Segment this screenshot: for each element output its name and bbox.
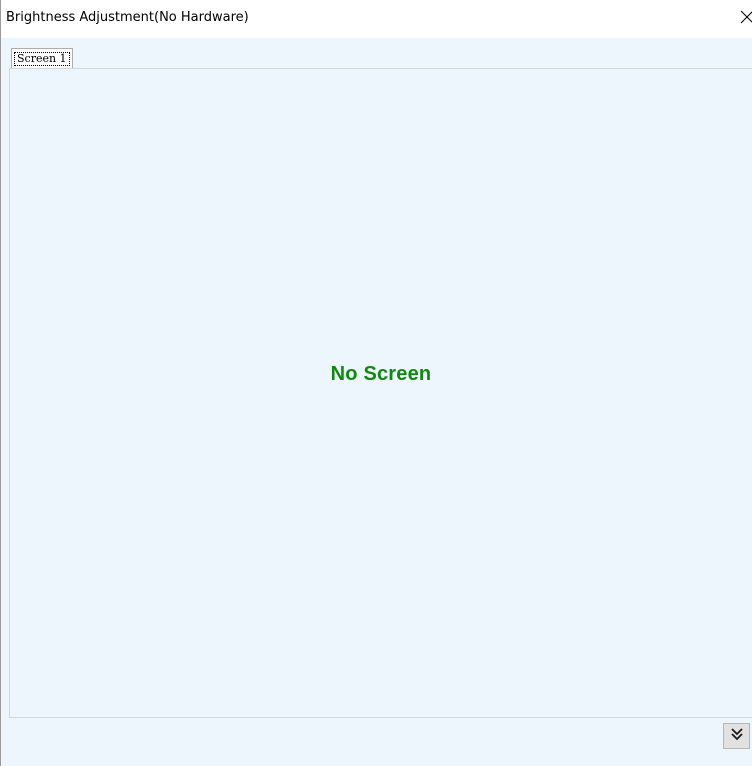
brightness-adjustment-window: Brightness Adjustment(No Hardware) Scree… [0,0,752,766]
close-icon [740,10,752,24]
no-screen-message: No Screen [330,363,432,385]
client-area: Screen 1 No Screen [1,38,752,766]
tab-panel: No Screen [9,68,752,718]
tab-label: Screen 1 [14,51,70,66]
tab-strip: Screen 1 [1,38,752,69]
title-bar: Brightness Adjustment(No Hardware) [1,0,752,38]
window-title: Brightness Adjustment(No Hardware) [6,10,249,25]
double-chevron-down-icon [729,726,745,747]
close-button[interactable] [740,9,752,25]
tab-screen-1[interactable]: Screen 1 [11,48,73,68]
expand-button[interactable] [723,723,750,749]
